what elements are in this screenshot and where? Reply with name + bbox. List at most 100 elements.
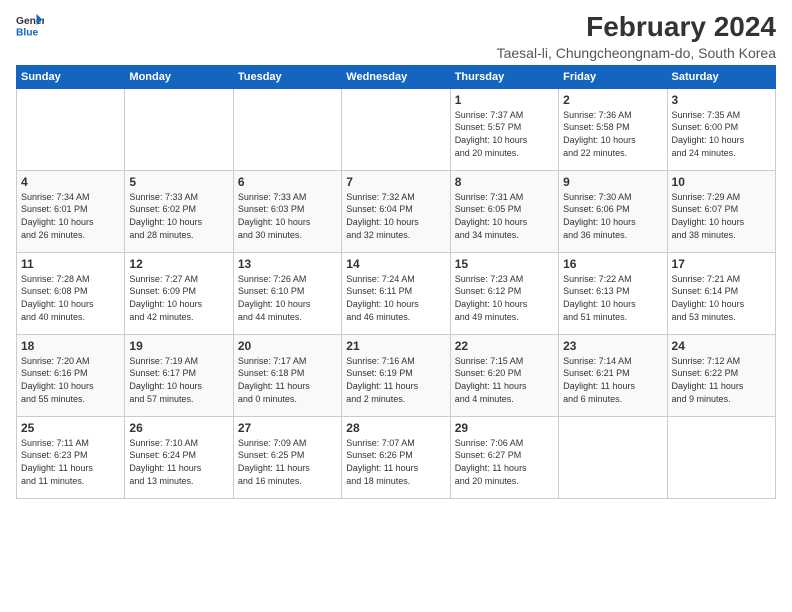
week-row-0: 1 Sunrise: 7:37 AM Sunset: 5:57 PM Daylig… <box>17 88 776 170</box>
page: General Blue February 2024 Taesal-li, Ch… <box>0 0 792 507</box>
cell-content: Sunrise: 7:20 AM Sunset: 6:16 PM Dayligh… <box>21 355 120 405</box>
calendar-cell: 2 Sunrise: 7:36 AM Sunset: 5:58 PM Daylig… <box>559 88 667 170</box>
calendar-cell: 8 Sunrise: 7:31 AM Sunset: 6:05 PM Daylig… <box>450 170 558 252</box>
calendar-cell: 16 Sunrise: 7:22 AM Sunset: 6:13 PM Dayli… <box>559 252 667 334</box>
calendar-cell: 24 Sunrise: 7:12 AM Sunset: 6:22 PM Dayli… <box>667 334 775 416</box>
week-row-2: 11 Sunrise: 7:28 AM Sunset: 6:08 PM Dayli… <box>17 252 776 334</box>
day-number: 29 <box>455 421 554 435</box>
day-number: 19 <box>129 339 228 353</box>
subtitle: Taesal-li, Chungcheongnam-do, South Kore… <box>497 45 776 61</box>
day-number: 8 <box>455 175 554 189</box>
day-number: 11 <box>21 257 120 271</box>
calendar-cell: 3Sunrise: 7:35 AM Sunset: 6:00 PM Daylig… <box>667 88 775 170</box>
calendar-cell <box>667 416 775 498</box>
cell-content: Sunrise: 7:31 AM Sunset: 6:05 PM Dayligh… <box>455 191 554 241</box>
cell-content: Sunrise: 7:26 AM Sunset: 6:10 PM Dayligh… <box>238 273 337 323</box>
cell-content: Sunrise: 7:37 AM Sunset: 5:57 PM Dayligh… <box>455 109 554 159</box>
logo: General Blue <box>16 12 44 40</box>
day-number: 24 <box>672 339 771 353</box>
calendar-cell: 21Sunrise: 7:16 AM Sunset: 6:19 PM Dayli… <box>342 334 450 416</box>
calendar-cell: 19 Sunrise: 7:19 AM Sunset: 6:17 PM Dayli… <box>125 334 233 416</box>
week-row-4: 25Sunrise: 7:11 AM Sunset: 6:23 PM Dayli… <box>17 416 776 498</box>
day-number: 7 <box>346 175 445 189</box>
calendar-cell: 17 Sunrise: 7:21 AM Sunset: 6:14 PM Dayli… <box>667 252 775 334</box>
day-number: 15 <box>455 257 554 271</box>
calendar-cell: 20 Sunrise: 7:17 AM Sunset: 6:18 PM Dayli… <box>233 334 341 416</box>
day-number: 14 <box>346 257 445 271</box>
cell-content: Sunrise: 7:19 AM Sunset: 6:17 PM Dayligh… <box>129 355 228 405</box>
calendar-cell: 25Sunrise: 7:11 AM Sunset: 6:23 PM Dayli… <box>17 416 125 498</box>
calendar-cell <box>125 88 233 170</box>
cell-content: Sunrise: 7:17 AM Sunset: 6:18 PM Dayligh… <box>238 355 337 405</box>
day-number: 16 <box>563 257 662 271</box>
day-number: 21 <box>346 339 445 353</box>
day-number: 12 <box>129 257 228 271</box>
day-header-saturday: Saturday <box>667 65 775 88</box>
calendar-cell: 14 Sunrise: 7:24 AM Sunset: 6:11 PM Dayli… <box>342 252 450 334</box>
day-header-monday: Monday <box>125 65 233 88</box>
logo-icon: General Blue <box>16 12 44 40</box>
week-row-3: 18 Sunrise: 7:20 AM Sunset: 6:16 PM Dayli… <box>17 334 776 416</box>
day-number: 26 <box>129 421 228 435</box>
cell-content: Sunrise: 7:27 AM Sunset: 6:09 PM Dayligh… <box>129 273 228 323</box>
cell-content: Sunrise: 7:32 AM Sunset: 6:04 PM Dayligh… <box>346 191 445 241</box>
calendar-cell: 6 Sunrise: 7:33 AM Sunset: 6:03 PM Daylig… <box>233 170 341 252</box>
cell-content: Sunrise: 7:36 AM Sunset: 5:58 PM Dayligh… <box>563 109 662 159</box>
day-number: 27 <box>238 421 337 435</box>
cell-content: Sunrise: 7:12 AM Sunset: 6:22 PM Dayligh… <box>672 355 771 405</box>
day-number: 2 <box>563 93 662 107</box>
day-number: 28 <box>346 421 445 435</box>
cell-content: Sunrise: 7:09 AM Sunset: 6:25 PM Dayligh… <box>238 437 337 487</box>
cell-content: Sunrise: 7:30 AM Sunset: 6:06 PM Dayligh… <box>563 191 662 241</box>
calendar-cell: 1 Sunrise: 7:37 AM Sunset: 5:57 PM Daylig… <box>450 88 558 170</box>
calendar-cell <box>342 88 450 170</box>
day-header-tuesday: Tuesday <box>233 65 341 88</box>
title-area: February 2024 Taesal-li, Chungcheongnam-… <box>497 12 776 61</box>
calendar-cell: 15Sunrise: 7:23 AM Sunset: 6:12 PM Dayli… <box>450 252 558 334</box>
cell-content: Sunrise: 7:21 AM Sunset: 6:14 PM Dayligh… <box>672 273 771 323</box>
calendar-cell: 12 Sunrise: 7:27 AM Sunset: 6:09 PM Dayli… <box>125 252 233 334</box>
calendar-cell: 7 Sunrise: 7:32 AM Sunset: 6:04 PM Daylig… <box>342 170 450 252</box>
calendar-cell: 23Sunrise: 7:14 AM Sunset: 6:21 PM Dayli… <box>559 334 667 416</box>
cell-content: Sunrise: 7:10 AM Sunset: 6:24 PM Dayligh… <box>129 437 228 487</box>
calendar-cell: 27 Sunrise: 7:09 AM Sunset: 6:25 PM Dayli… <box>233 416 341 498</box>
day-number: 17 <box>672 257 771 271</box>
calendar-cell: 9Sunrise: 7:30 AM Sunset: 6:06 PM Daylig… <box>559 170 667 252</box>
day-header-thursday: Thursday <box>450 65 558 88</box>
cell-content: Sunrise: 7:14 AM Sunset: 6:21 PM Dayligh… <box>563 355 662 405</box>
calendar-cell: 29 Sunrise: 7:06 AM Sunset: 6:27 PM Dayli… <box>450 416 558 498</box>
calendar-cell <box>17 88 125 170</box>
day-number: 10 <box>672 175 771 189</box>
day-number: 18 <box>21 339 120 353</box>
cell-content: Sunrise: 7:11 AM Sunset: 6:23 PM Dayligh… <box>21 437 120 487</box>
week-row-1: 4Sunrise: 7:34 AM Sunset: 6:01 PM Daylig… <box>17 170 776 252</box>
header: General Blue February 2024 Taesal-li, Ch… <box>16 12 776 61</box>
calendar-cell <box>559 416 667 498</box>
cell-content: Sunrise: 7:15 AM Sunset: 6:20 PM Dayligh… <box>455 355 554 405</box>
cell-content: Sunrise: 7:29 AM Sunset: 6:07 PM Dayligh… <box>672 191 771 241</box>
main-title: February 2024 <box>497 12 776 43</box>
calendar-cell: 5Sunrise: 7:33 AM Sunset: 6:02 PM Daylig… <box>125 170 233 252</box>
cell-content: Sunrise: 7:35 AM Sunset: 6:00 PM Dayligh… <box>672 109 771 159</box>
calendar-cell: 13 Sunrise: 7:26 AM Sunset: 6:10 PM Dayli… <box>233 252 341 334</box>
cell-content: Sunrise: 7:28 AM Sunset: 6:08 PM Dayligh… <box>21 273 120 323</box>
cell-content: Sunrise: 7:06 AM Sunset: 6:27 PM Dayligh… <box>455 437 554 487</box>
day-number: 20 <box>238 339 337 353</box>
calendar-cell: 22 Sunrise: 7:15 AM Sunset: 6:20 PM Dayli… <box>450 334 558 416</box>
cell-content: Sunrise: 7:33 AM Sunset: 6:03 PM Dayligh… <box>238 191 337 241</box>
day-header-wednesday: Wednesday <box>342 65 450 88</box>
day-number: 6 <box>238 175 337 189</box>
calendar-table: SundayMondayTuesdayWednesdayThursdayFrid… <box>16 65 776 499</box>
calendar-cell: 4Sunrise: 7:34 AM Sunset: 6:01 PM Daylig… <box>17 170 125 252</box>
cell-content: Sunrise: 7:22 AM Sunset: 6:13 PM Dayligh… <box>563 273 662 323</box>
cell-content: Sunrise: 7:34 AM Sunset: 6:01 PM Dayligh… <box>21 191 120 241</box>
day-number: 13 <box>238 257 337 271</box>
calendar-cell: 11 Sunrise: 7:28 AM Sunset: 6:08 PM Dayli… <box>17 252 125 334</box>
day-number: 1 <box>455 93 554 107</box>
day-number: 22 <box>455 339 554 353</box>
day-header-friday: Friday <box>559 65 667 88</box>
cell-content: Sunrise: 7:33 AM Sunset: 6:02 PM Dayligh… <box>129 191 228 241</box>
cell-content: Sunrise: 7:24 AM Sunset: 6:11 PM Dayligh… <box>346 273 445 323</box>
day-header-sunday: Sunday <box>17 65 125 88</box>
svg-text:Blue: Blue <box>16 27 39 38</box>
